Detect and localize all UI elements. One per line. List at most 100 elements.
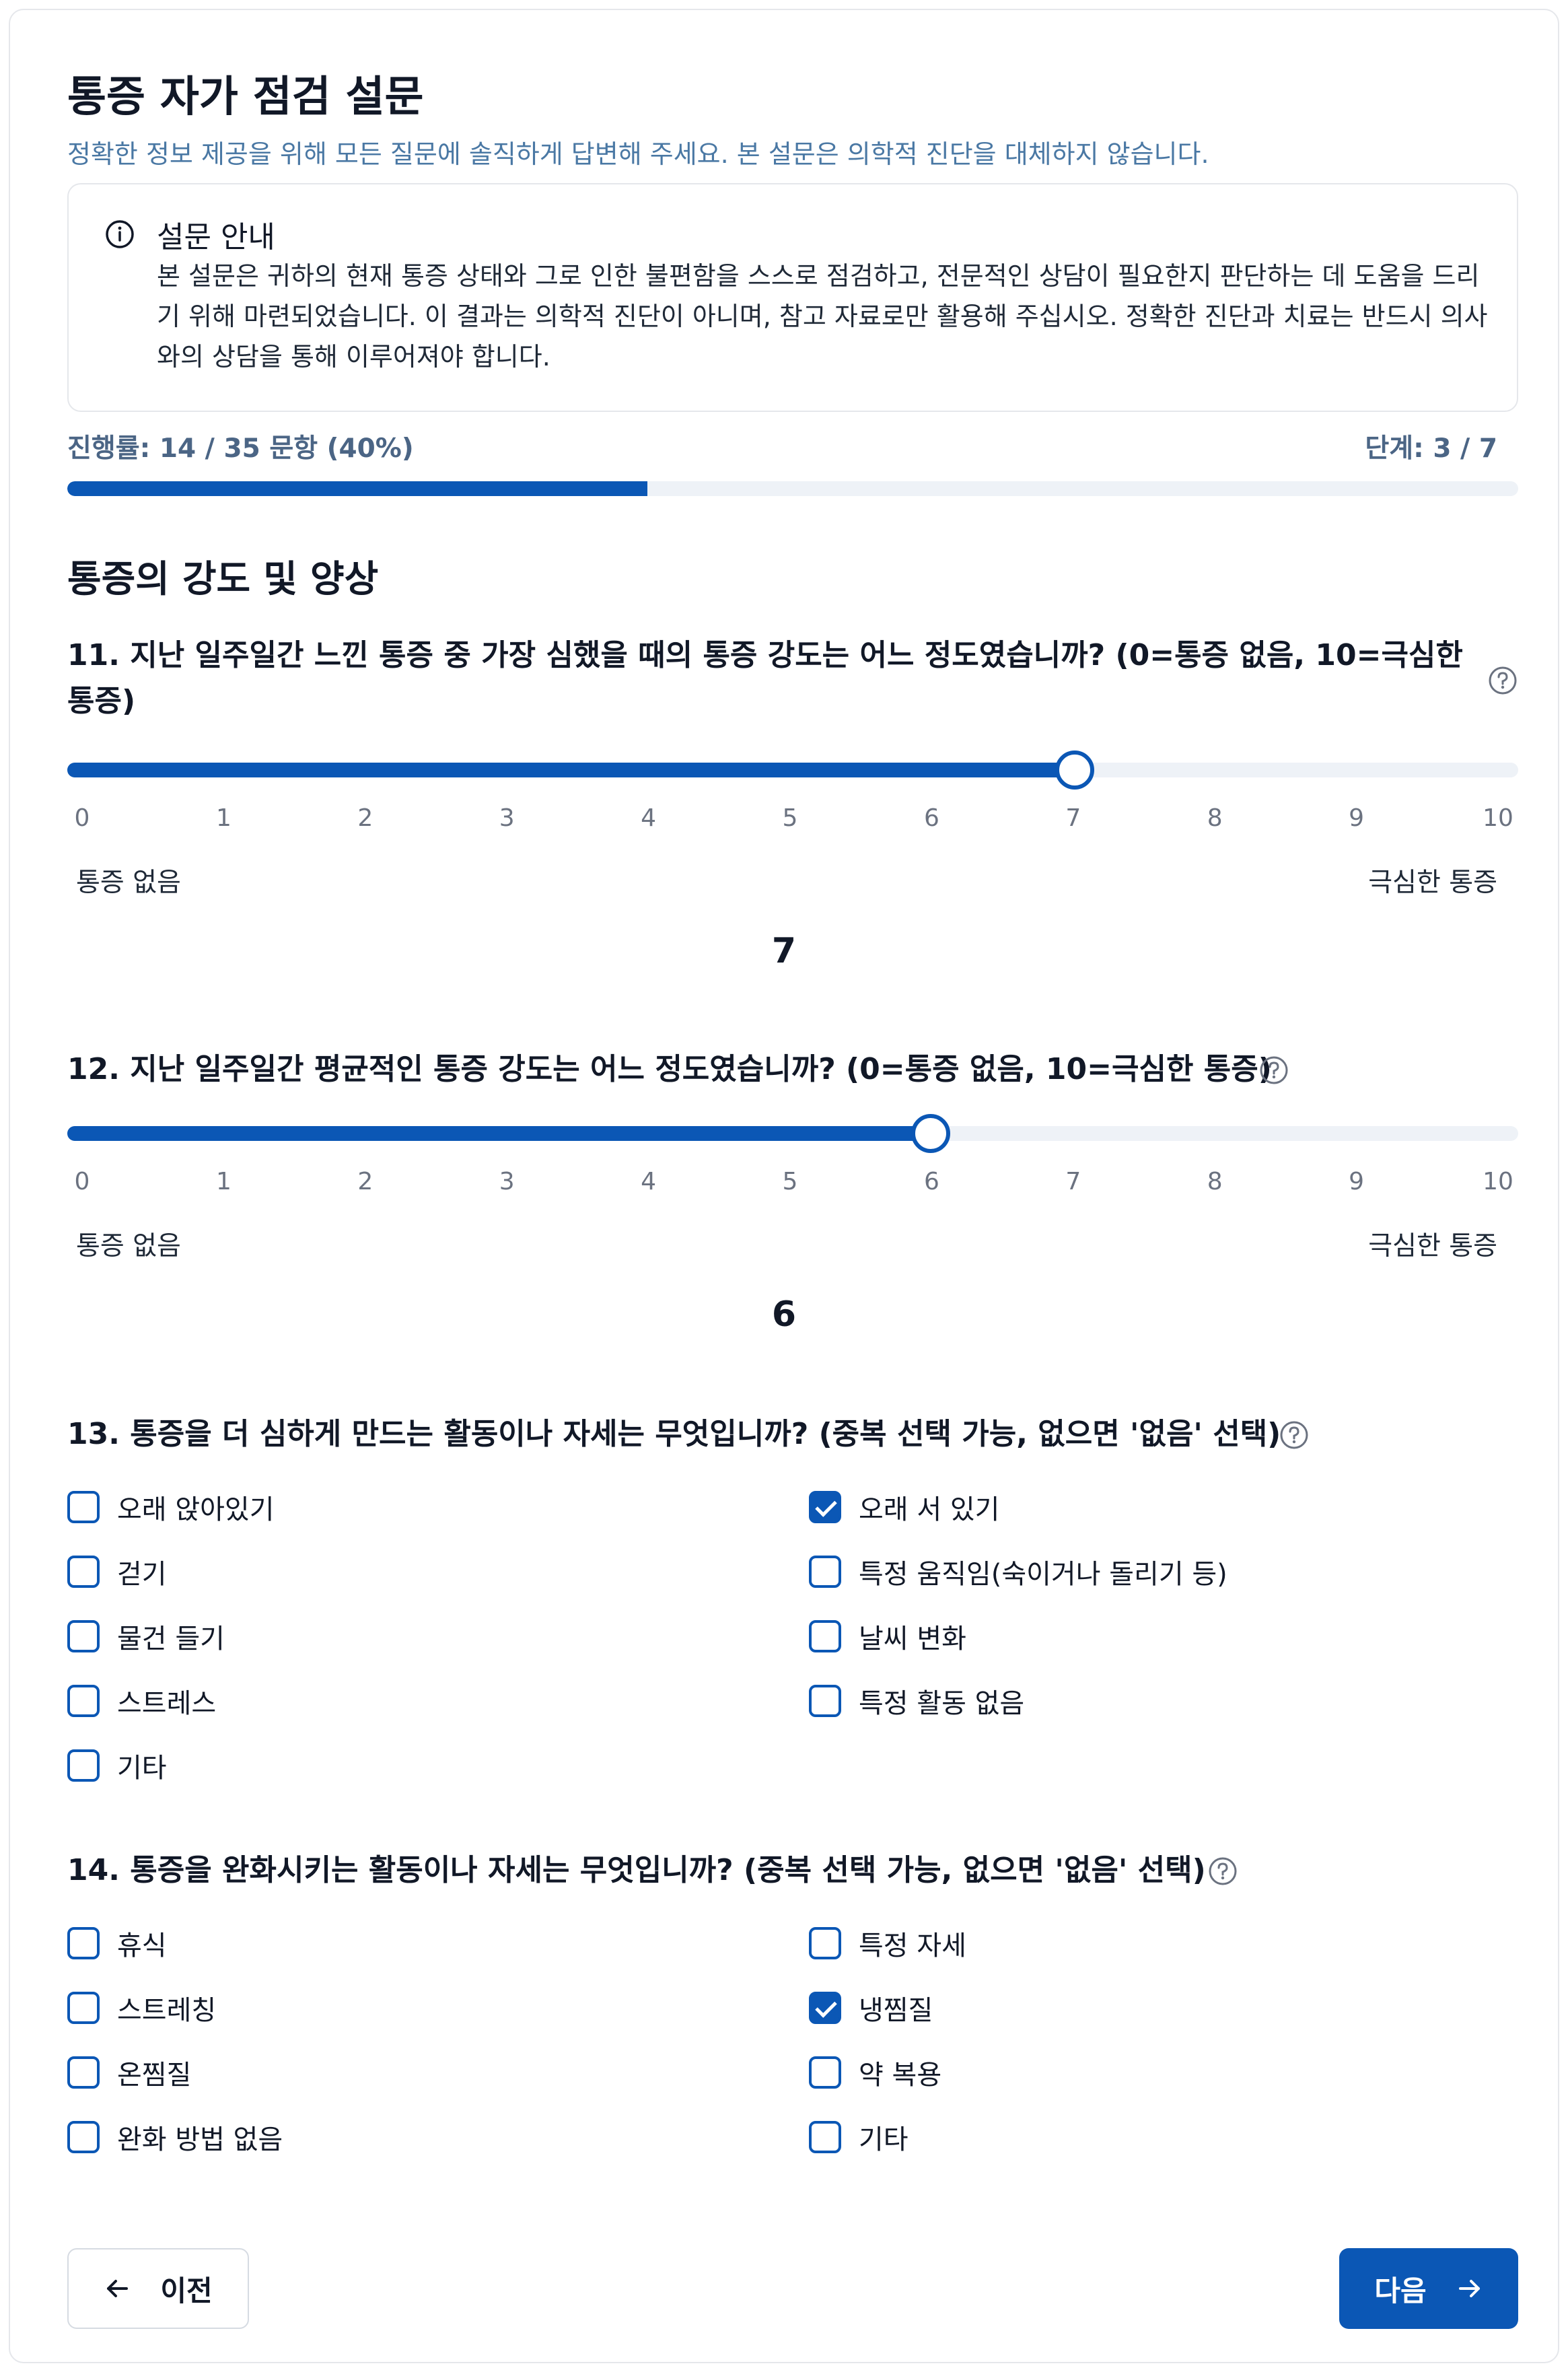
checkbox-option[interactable]: 걷기: [67, 1551, 167, 1592]
checkbox-icon[interactable]: [809, 1685, 841, 1717]
checkbox-icon[interactable]: [67, 1491, 100, 1523]
checkbox-label: 특정 활동 없음: [859, 1688, 1025, 1719]
previous-button-label: 이전: [160, 2274, 213, 2307]
checkbox-icon[interactable]: [67, 2056, 100, 2089]
checkbox-icon[interactable]: [809, 2121, 841, 2153]
checkbox-label: 걷기: [117, 1559, 167, 1590]
checkbox-label: 날씨 변화: [859, 1624, 966, 1654]
checkbox-option[interactable]: 스트레칭: [67, 1988, 216, 2028]
checkbox-option[interactable]: 냉찜질: [809, 1988, 933, 2028]
slider-max-label: 극심한 통증: [1368, 1231, 1497, 1261]
checkbox-icon[interactable]: [67, 1556, 100, 1588]
checkbox-icon[interactable]: [67, 1992, 100, 2024]
slider-tick-label: 6: [923, 1168, 939, 1195]
progress-bar: [67, 481, 1518, 496]
checkbox-option[interactable]: 특정 자세: [809, 1923, 966, 1963]
checkbox-label: 특정 자세: [859, 1930, 966, 1961]
slider-tick-label: 7: [1065, 1168, 1081, 1195]
checkbox-icon[interactable]: [67, 1927, 100, 1959]
progress-bar-fill: [67, 481, 648, 496]
slider-tick-label: 5: [782, 1168, 798, 1195]
question-title: 11. 지난 일주일간 느낀 통증 중 가장 심했을 때의 통증 강도는 어느 …: [67, 638, 1463, 718]
checkbox-label: 기타: [859, 2124, 908, 2155]
checkbox-checked-icon[interactable]: [809, 1992, 841, 2024]
checkbox-option[interactable]: 물건 들기: [67, 1616, 225, 1656]
checkbox-icon[interactable]: [67, 1685, 100, 1717]
previous-button[interactable]: 이전: [67, 2248, 249, 2329]
checkbox-option[interactable]: 스트레스: [67, 1681, 216, 1721]
checkbox-option[interactable]: 약 복용: [809, 2052, 941, 2093]
slider-value: 6: [771, 1294, 797, 1335]
checkbox-option[interactable]: 휴식: [67, 1923, 167, 1963]
pain-average-slider[interactable]: [67, 1110, 1518, 1157]
checkbox-label: 휴식: [117, 1930, 167, 1961]
slider-value: 7: [771, 931, 797, 971]
slider-tick-label: 9: [1349, 1168, 1365, 1195]
page-title: 통증 자가 점검 설문: [67, 72, 424, 121]
next-button-label: 다음: [1374, 2274, 1427, 2307]
question-title: 13. 통증을 더 심하게 만드는 활동이나 자세는 무엇입니까? (중복 선택…: [67, 1417, 1281, 1451]
slider-fill: [67, 763, 1075, 777]
slider-tick-label: 1: [215, 804, 231, 832]
checkbox-icon[interactable]: [67, 1620, 100, 1652]
slider-tick-label: 2: [357, 804, 373, 832]
checkbox-label: 스트레칭: [117, 1995, 217, 2026]
checkbox-option[interactable]: 특정 활동 없음: [809, 1681, 1024, 1721]
slider-tick-label: 2: [357, 1168, 373, 1195]
next-button[interactable]: 다음: [1339, 2248, 1518, 2329]
arrow-right-icon: [1458, 2280, 1480, 2297]
checkbox-option[interactable]: 날씨 변화: [809, 1616, 966, 1656]
section-title: 통증의 강도 및 양상: [67, 557, 379, 600]
checkbox-icon[interactable]: [809, 1556, 841, 1588]
slider-tick-label: 3: [499, 1168, 515, 1195]
notice-body: 본 설문은 귀하의 현재 통증 상태와 그로 인한 불편함을 스스로 점검하고,…: [157, 261, 1488, 372]
slider-ticks: 0 1 2 3 4 5 6 7 8 9 10: [67, 804, 1518, 834]
slider-tick-label: 1: [215, 1168, 231, 1195]
checkbox-option[interactable]: 완화 방법 없음: [67, 2117, 283, 2157]
slider-tick-label: 5: [782, 804, 798, 832]
slider-tick-label: 0: [74, 1168, 90, 1195]
slider-tick-label: 4: [641, 1168, 657, 1195]
slider-tick-label: 8: [1207, 804, 1223, 832]
checkbox-option[interactable]: 기타: [809, 2117, 908, 2157]
pain-max-slider[interactable]: [67, 746, 1518, 794]
checkbox-label: 오래 서 있기: [859, 1494, 1000, 1525]
slider-tick-label: 9: [1349, 804, 1365, 832]
slider-thumb[interactable]: [1055, 751, 1095, 790]
question-title: 12. 지난 일주일간 평균적인 통증 강도는 어느 정도였습니까? (0=통증…: [67, 1052, 1272, 1086]
checkbox-option[interactable]: 온찜질: [67, 2052, 191, 2093]
checkbox-option[interactable]: 기타: [67, 1745, 167, 1786]
checkbox-option[interactable]: 오래 앉아있기: [67, 1487, 275, 1527]
checkbox-icon[interactable]: [809, 1620, 841, 1652]
checkbox-label: 기타: [117, 1753, 167, 1784]
page-subtitle: 정확한 정보 제공을 위해 모든 질문에 솔직하게 답변해 주세요. 본 설문은…: [67, 139, 1209, 169]
checkbox-icon[interactable]: [67, 2121, 100, 2153]
question-12: 12. 지난 일주일간 평균적인 통증 강도는 어느 정도였습니까? (0=통증…: [67, 1047, 1518, 1094]
help-icon[interactable]: [1207, 1856, 1238, 1887]
notice-box: 설문 안내 본 설문은 귀하의 현재 통증 상태와 그로 인한 불편함을 스스로…: [67, 183, 1518, 412]
help-icon[interactable]: [1258, 1055, 1289, 1086]
info-icon: [106, 220, 134, 248]
checkbox-option[interactable]: 특정 움직임(숙이거나 돌리기 등): [809, 1551, 1227, 1592]
checkbox-icon[interactable]: [67, 1749, 100, 1782]
question-13: 13. 통증을 더 심하게 만드는 활동이나 자세는 무엇입니까? (중복 선택…: [67, 1411, 1518, 1459]
checkbox-label: 완화 방법 없음: [117, 2124, 283, 2155]
slider-tick-label: 4: [641, 804, 657, 832]
checkbox-label: 물건 들기: [117, 1624, 225, 1654]
slider-tick-label: 3: [499, 804, 515, 832]
checkbox-checked-icon[interactable]: [809, 1491, 841, 1523]
slider-max-label: 극심한 통증: [1368, 868, 1497, 898]
survey-card: 통증 자가 점검 설문 정확한 정보 제공을 위해 모든 질문에 솔직하게 답변…: [9, 9, 1559, 2363]
slider-tick-label: 0: [74, 804, 90, 832]
checkbox-icon[interactable]: [809, 2056, 841, 2089]
help-icon[interactable]: [1279, 1420, 1310, 1451]
slider-fill: [67, 1126, 931, 1141]
slider-thumb[interactable]: [911, 1114, 951, 1153]
checkbox-option[interactable]: 오래 서 있기: [809, 1487, 999, 1527]
slider-tick-label: 10: [1483, 804, 1513, 832]
checkbox-label: 약 복용: [859, 2060, 942, 2091]
arrow-left-icon: [107, 2280, 129, 2297]
checkbox-icon[interactable]: [809, 1927, 841, 1959]
question-11: 11. 지난 일주일간 느낀 통증 중 가장 심했을 때의 통증 강도는 어느 …: [67, 633, 1518, 724]
help-icon[interactable]: [1487, 665, 1518, 696]
